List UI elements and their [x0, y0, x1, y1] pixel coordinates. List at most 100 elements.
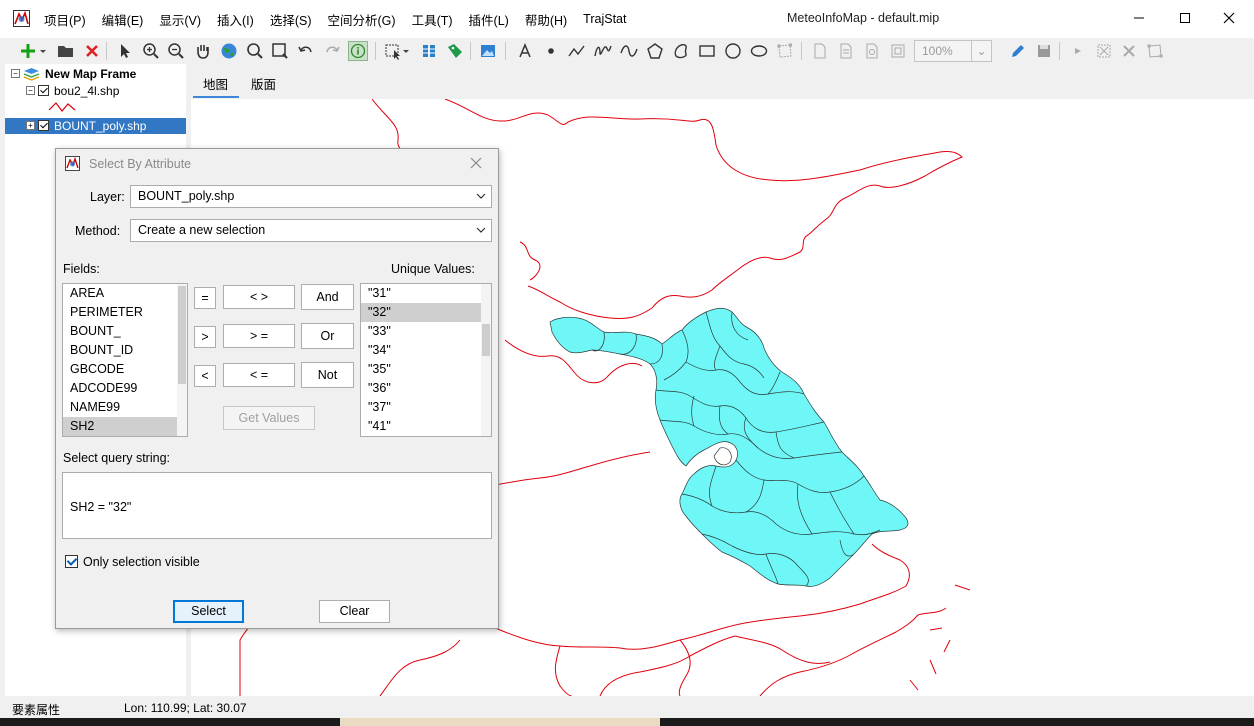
chevron-down-icon[interactable]	[476, 225, 486, 235]
pen-edit-icon[interactable]	[1008, 41, 1028, 61]
fields-list[interactable]: AREA PERIMETER BOUNT_ BOUNT_ID GBCODE AD…	[62, 283, 188, 437]
equals-button[interactable]: =	[194, 287, 216, 309]
unique-values-list[interactable]: "31" "32" "33" "34" "35" "36" "37" "41"	[360, 283, 492, 437]
value-item[interactable]: "37"	[361, 398, 491, 417]
scrollbar-thumb[interactable]	[482, 324, 490, 356]
layer-visibility-checkbox[interactable]	[38, 85, 49, 96]
layer-visibility-checkbox[interactable]	[38, 120, 49, 131]
select-button[interactable]: Select	[173, 600, 244, 623]
text-tool-icon[interactable]	[515, 41, 535, 61]
field-item[interactable]: BOUNT_	[63, 322, 187, 341]
field-item[interactable]: ADCODE99	[63, 379, 187, 398]
rectangle-tool-icon[interactable]	[697, 41, 717, 61]
polygon-tool-icon[interactable]	[645, 41, 665, 61]
polyline-tool-icon[interactable]	[567, 41, 587, 61]
menu-trajstat[interactable]: TrajStat	[575, 12, 634, 26]
chevron-down-icon[interactable]: ⌄	[971, 41, 991, 61]
info-icon[interactable]	[348, 41, 368, 61]
layer-select[interactable]: BOUNT_poly.shp	[130, 185, 492, 208]
split-feature-icon[interactable]	[1094, 41, 1114, 61]
zoom-to-area-icon[interactable]	[270, 41, 290, 61]
close-window-icon[interactable]	[1219, 8, 1239, 28]
attribute-table-icon[interactable]	[419, 41, 439, 61]
point-tool-icon[interactable]	[541, 41, 561, 61]
menu-tools[interactable]: 工具(T)	[404, 10, 461, 29]
ellipse-tool-icon[interactable]	[749, 41, 769, 61]
curve-tool-icon[interactable]	[619, 41, 639, 61]
select-features-icon[interactable]	[383, 41, 411, 61]
save-disk-icon[interactable]	[1034, 41, 1054, 61]
collapse-toggle-icon[interactable]: −	[26, 86, 35, 95]
tree-item-map-frame[interactable]: − New Map Frame	[5, 66, 186, 82]
value-item[interactable]: "36"	[361, 379, 491, 398]
tree-item-layer-bount-poly[interactable]: + BOUNT_poly.shp	[5, 118, 186, 134]
picture-icon[interactable]	[478, 41, 498, 61]
chevron-down-icon[interactable]	[476, 191, 486, 201]
field-item[interactable]: NAME99	[63, 398, 187, 417]
query-string-textarea[interactable]: SH2 = "32"	[62, 472, 492, 539]
only-selection-visible-checkbox[interactable]	[65, 555, 78, 568]
fit-page-icon[interactable]	[888, 41, 908, 61]
identify-search-icon[interactable]	[245, 41, 265, 61]
less-than-button[interactable]: <	[194, 365, 216, 387]
zoom-in-icon[interactable]	[141, 41, 161, 61]
value-item[interactable]: "41"	[361, 417, 491, 436]
value-item-selected[interactable]: "32"	[361, 303, 491, 322]
zoom-out-icon[interactable]	[166, 41, 186, 61]
menu-spatial-analysis[interactable]: 空间分析(G)	[320, 10, 404, 29]
clear-button[interactable]: Clear	[319, 600, 390, 623]
tree-item-layer-bou2[interactable]: − bou2_4l.shp	[5, 83, 186, 99]
value-item[interactable]: "35"	[361, 360, 491, 379]
full-extent-globe-icon[interactable]	[219, 41, 239, 61]
add-layer-dropdown-icon[interactable]	[38, 41, 48, 61]
menu-view[interactable]: 显示(V)	[151, 10, 209, 29]
not-button[interactable]: Not	[301, 362, 354, 388]
pan-hand-icon[interactable]	[193, 41, 213, 61]
close-icon[interactable]	[468, 155, 484, 171]
fields-scrollbar[interactable]	[177, 284, 187, 436]
menu-project[interactable]: 项目(P)	[36, 10, 94, 29]
tab-map[interactable]: 地图	[203, 74, 228, 93]
reshape-feature-icon[interactable]	[1145, 41, 1165, 61]
value-item[interactable]: "34"	[361, 341, 491, 360]
label-tag-icon[interactable]	[445, 41, 465, 61]
document-icon[interactable]	[810, 41, 830, 61]
play-arrow-icon[interactable]	[1068, 41, 1088, 61]
menu-select[interactable]: 选择(S)	[262, 10, 320, 29]
method-select[interactable]: Create a new selection	[130, 219, 492, 242]
field-item[interactable]: AREA	[63, 284, 187, 303]
zoom-level-combo[interactable]: 100% ⌄	[914, 40, 992, 62]
value-item[interactable]: "33"	[361, 322, 491, 341]
delete-feature-icon[interactable]	[1119, 41, 1139, 61]
remove-layer-icon[interactable]	[82, 41, 102, 61]
collapse-toggle-icon[interactable]: −	[11, 69, 20, 78]
greater-than-button[interactable]: >	[194, 326, 216, 348]
scrollbar-thumb[interactable]	[178, 286, 186, 384]
field-item[interactable]: BOUNT_ID	[63, 341, 187, 360]
minimize-icon[interactable]	[1129, 8, 1149, 28]
menu-help[interactable]: 帮助(H)	[517, 10, 575, 29]
maximize-icon[interactable]	[1175, 8, 1195, 28]
and-button[interactable]: And	[301, 284, 354, 310]
edit-vertices-icon[interactable]	[775, 41, 795, 61]
menu-plugins[interactable]: 插件(L)	[461, 10, 517, 29]
menu-insert[interactable]: 插入(I)	[209, 10, 262, 29]
greater-equal-button[interactable]: > =	[223, 324, 295, 348]
undo-icon[interactable]	[296, 41, 316, 61]
document-image-icon[interactable]	[862, 41, 882, 61]
redo-icon[interactable]	[322, 41, 342, 61]
not-equal-button[interactable]: < >	[223, 285, 295, 309]
freehand-line-icon[interactable]	[593, 41, 613, 61]
select-arrow-icon[interactable]	[115, 41, 135, 61]
less-equal-button[interactable]: < =	[223, 363, 295, 387]
document-page-icon[interactable]	[836, 41, 856, 61]
field-item[interactable]: PERIMETER	[63, 303, 187, 322]
value-item[interactable]: "31"	[361, 284, 491, 303]
field-item[interactable]: GBCODE	[63, 360, 187, 379]
expand-toggle-icon[interactable]: +	[26, 121, 35, 130]
menu-edit[interactable]: 编辑(E)	[94, 10, 152, 29]
open-folder-icon[interactable]	[56, 41, 76, 61]
add-layer-icon[interactable]	[18, 41, 38, 61]
freehand-polygon-icon[interactable]	[671, 41, 691, 61]
or-button[interactable]: Or	[301, 323, 354, 349]
